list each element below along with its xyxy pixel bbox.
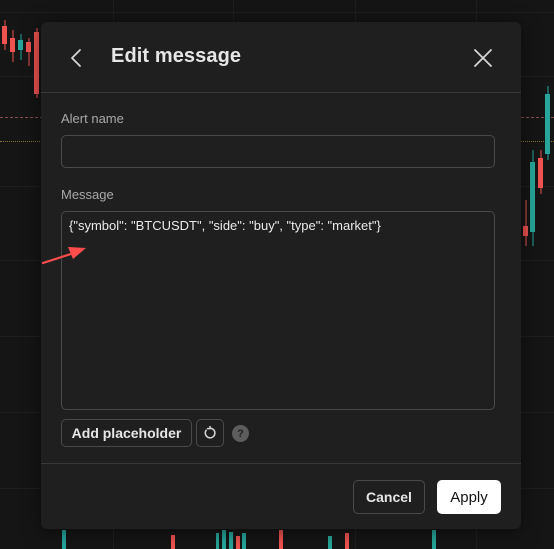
- volume-bar: [432, 530, 436, 549]
- candle: [2, 20, 7, 50]
- close-icon: [474, 49, 492, 67]
- chevron-left-icon: [71, 49, 81, 67]
- volume-bar: [229, 532, 233, 549]
- candle: [18, 34, 23, 60]
- volume-bar: [279, 530, 283, 549]
- cancel-button[interactable]: Cancel: [353, 480, 425, 514]
- candle: [10, 30, 15, 62]
- reset-icon: [204, 426, 216, 439]
- dialog-title: Edit message: [111, 45, 242, 67]
- dialog-header: Edit message: [41, 22, 521, 92]
- chart-grid-line: [0, 12, 554, 13]
- question-circle-icon[interactable]: ?: [232, 425, 249, 442]
- red-arrow-annotation: [41, 247, 86, 265]
- add-placeholder-button[interactable]: Add placeholder: [61, 419, 192, 447]
- candle: [538, 150, 543, 194]
- candle: [26, 38, 31, 66]
- candle: [34, 28, 39, 98]
- candle: [530, 150, 535, 246]
- message-label: Message: [61, 187, 114, 202]
- volume-bar: [345, 533, 349, 549]
- header-divider: [41, 92, 521, 93]
- footer-divider: [41, 463, 521, 464]
- volume-bar: [236, 536, 240, 549]
- reset-button[interactable]: [196, 419, 224, 447]
- volume-bar: [216, 533, 219, 549]
- alert-name-label: Alert name: [61, 111, 124, 126]
- edit-message-dialog: Edit message Alert name Message {"symbol…: [41, 22, 521, 529]
- alert-name-input[interactable]: [61, 135, 495, 168]
- apply-button[interactable]: Apply: [437, 480, 501, 514]
- candle: [545, 86, 550, 160]
- volume-bar: [328, 536, 332, 549]
- back-button[interactable]: [67, 46, 87, 70]
- volume-bar: [242, 533, 246, 549]
- volume-bar: [171, 535, 175, 549]
- volume-bar: [222, 530, 226, 549]
- candle: [523, 200, 528, 246]
- volume-bar: [62, 530, 66, 549]
- close-button[interactable]: [473, 48, 493, 68]
- message-textarea[interactable]: {"symbol": "BTCUSDT", "side": "buy", "ty…: [61, 211, 495, 410]
